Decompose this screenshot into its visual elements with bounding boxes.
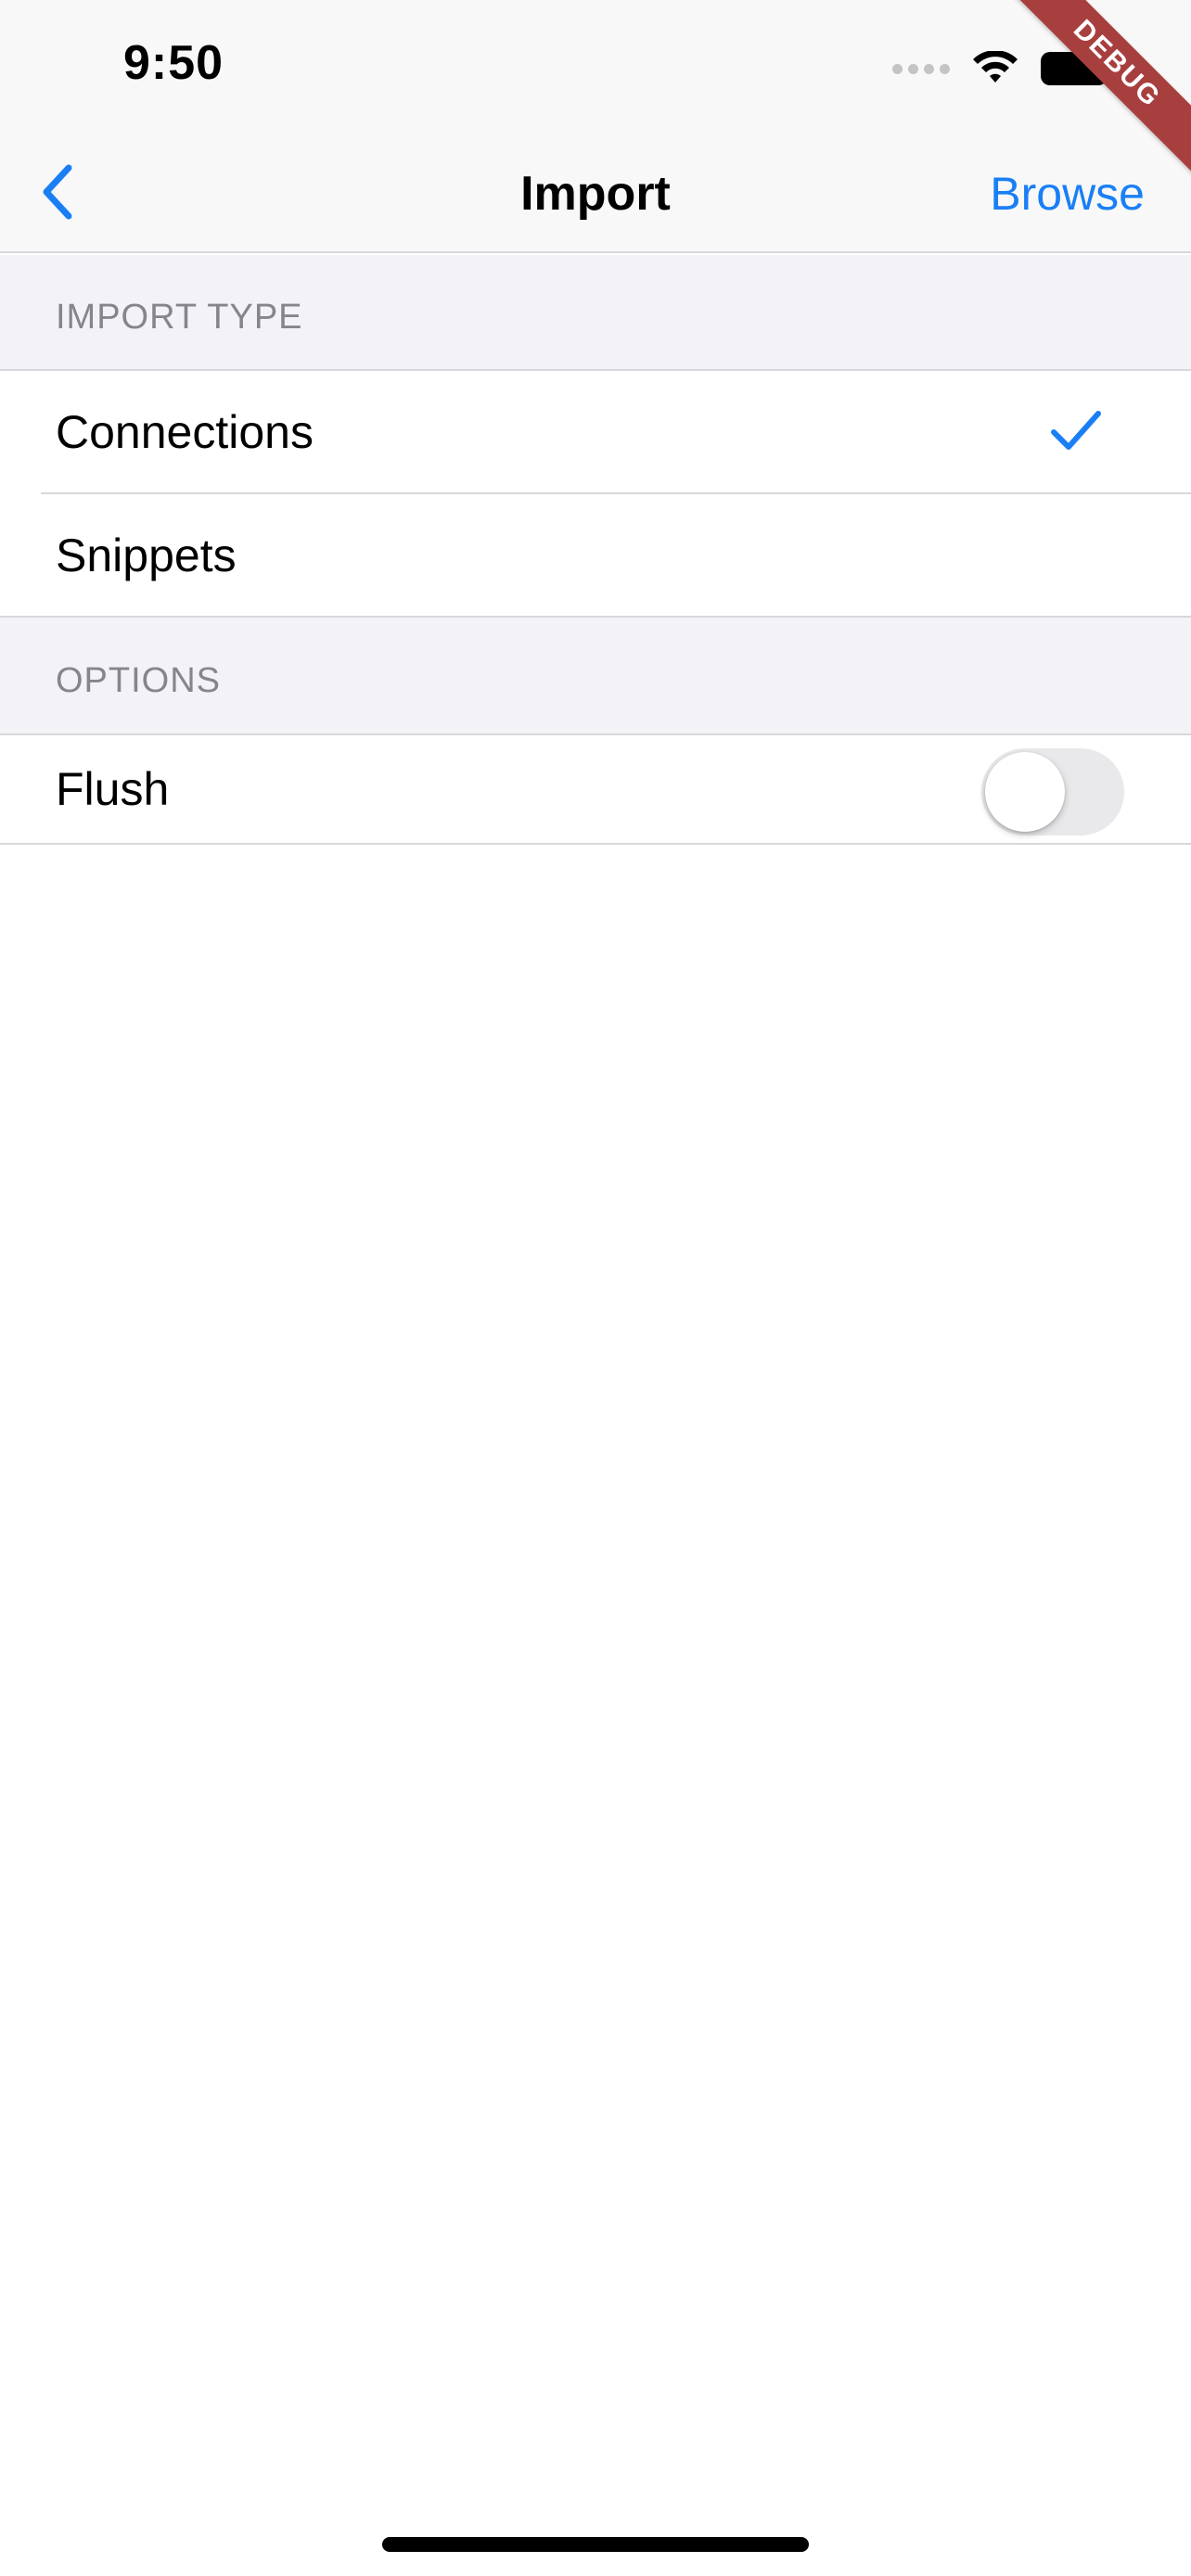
wifi-icon bbox=[973, 51, 1018, 83]
navigation-bar: Import Browse bbox=[0, 134, 1191, 253]
status-bar: 9:50 bbox=[0, 0, 1191, 134]
list-item-label: Flush bbox=[56, 763, 170, 815]
flush-toggle[interactable] bbox=[981, 748, 1124, 835]
toggle-knob bbox=[985, 752, 1065, 832]
cellular-signal-icon bbox=[892, 63, 950, 74]
browse-button[interactable]: Browse bbox=[990, 134, 1145, 253]
list-item-snippets[interactable]: Snippets bbox=[0, 494, 1191, 617]
list-item-label: Snippets bbox=[56, 529, 237, 581]
import-screen: 9:50 DEBUG Import Browse IMPORT TYPE Con… bbox=[0, 0, 1191, 2576]
list-item-connections[interactable]: Connections bbox=[0, 371, 1191, 493]
row-divider bbox=[0, 843, 1191, 845]
section-header-options: OPTIONS bbox=[0, 618, 1191, 735]
section-header-import-type: IMPORT TYPE bbox=[0, 255, 1191, 371]
home-indicator bbox=[382, 2537, 809, 2552]
list-item-flush: Flush bbox=[0, 735, 1191, 843]
list-item-label: Connections bbox=[56, 406, 314, 458]
status-time: 9:50 bbox=[123, 36, 224, 90]
checkmark-icon bbox=[1051, 411, 1101, 450]
